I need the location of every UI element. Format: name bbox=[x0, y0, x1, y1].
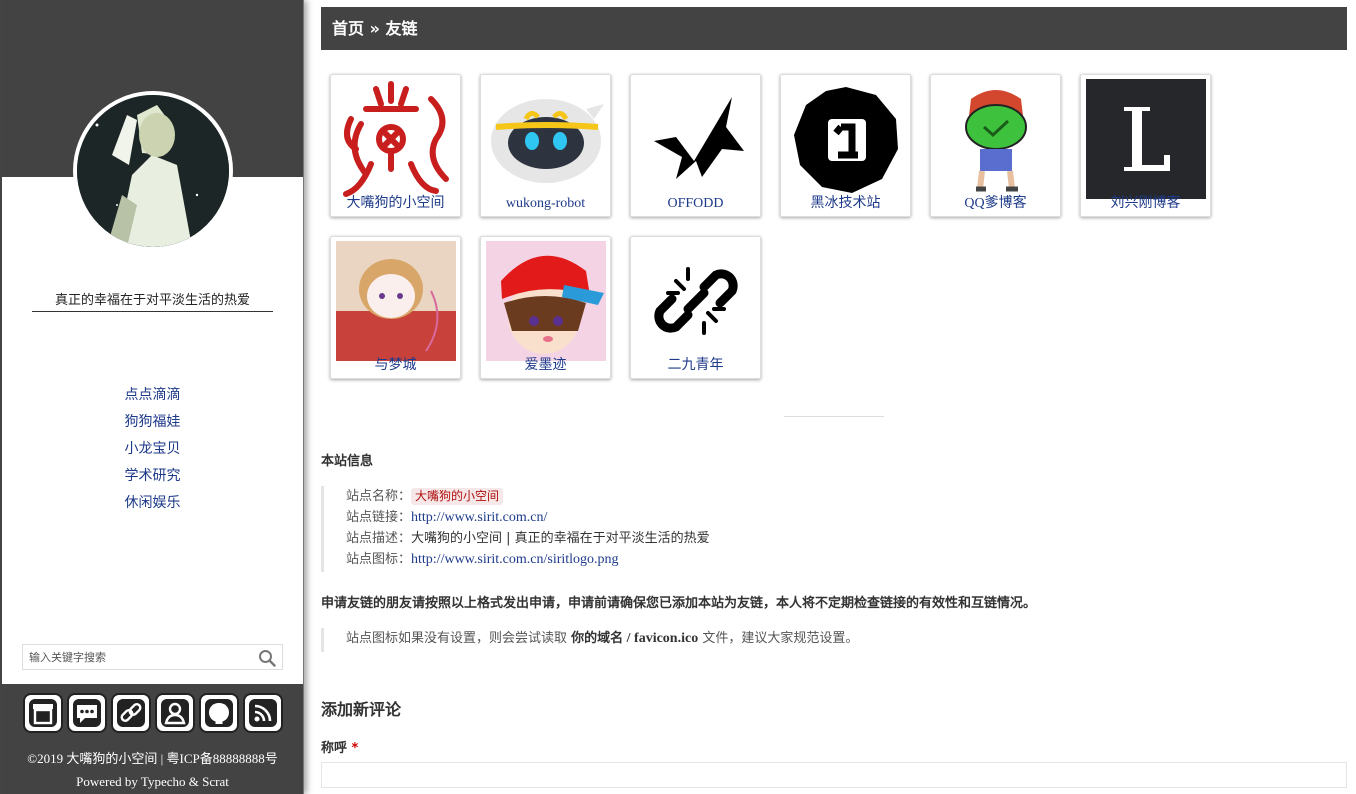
friend-link-card[interactable]: 二九青年 bbox=[630, 236, 761, 379]
avatar[interactable] bbox=[73, 91, 233, 251]
main-content: 首页 » 友链 大嘴狗的小空间 wukong-robot OFFODD 黑冰技术… bbox=[321, 0, 1347, 794]
friend-link-card[interactable]: 与梦城 bbox=[330, 236, 461, 379]
friend-link-card[interactable]: 大嘴狗的小空间 bbox=[330, 74, 461, 217]
friend-link-card[interactable]: 刘兴刚博客 bbox=[1080, 74, 1211, 217]
friend-link-name: 爱墨迹 bbox=[524, 358, 567, 373]
sidebar: 真正的幸福在于对平淡生活的热爱 点点滴滴 狗狗福娃 小龙宝贝 学术研究 休闲娱乐 bbox=[0, 0, 304, 794]
black-octagon-1-logo bbox=[786, 79, 906, 199]
name-label-text: 称呼 bbox=[321, 741, 348, 756]
comment-form-title: 添加新评论 bbox=[321, 700, 402, 719]
search-icon[interactable] bbox=[258, 649, 276, 667]
friend-link-name: QQ爹博客 bbox=[964, 196, 1027, 211]
social-links bbox=[23, 693, 283, 735]
friend-link-name: wukong-robot bbox=[505, 196, 586, 211]
friend-link-card[interactable]: OFFODD bbox=[630, 74, 761, 217]
site-url-link[interactable]: http://www.sirit.com.cn/ bbox=[411, 510, 547, 525]
rss-button[interactable] bbox=[243, 693, 283, 733]
icon-note-prefix: 站点图标如果没有设置，则会尝试读取 bbox=[346, 631, 572, 646]
breadcrumb-separator: » bbox=[364, 19, 386, 38]
broken-link-icon bbox=[636, 241, 756, 361]
tagline: 真正的幸福在于对平淡生活的热爱 bbox=[32, 289, 273, 312]
friend-link-card[interactable]: 爱墨迹 bbox=[480, 236, 611, 379]
name-field-label: 称呼 * bbox=[321, 737, 358, 756]
frog-hat-character bbox=[936, 79, 1056, 199]
divider bbox=[784, 416, 884, 417]
nav-item-xiuxianyule[interactable]: 休闲娱乐 bbox=[2, 490, 303, 517]
black-x-check-logo bbox=[636, 79, 756, 199]
copyright-text: ©2019 大嘴狗的小空间 | 粤ICP备88888888号 bbox=[27, 751, 278, 766]
icon-note-path: / favicon.ico bbox=[623, 631, 699, 646]
search-box bbox=[22, 644, 283, 670]
friend-link-name: 二九青年 bbox=[667, 358, 724, 373]
sidebar-footer: ©2019 大嘴狗的小空间 | 粤ICP备88888888号 Powered b… bbox=[2, 684, 303, 794]
friend-link-name: 黑冰技术站 bbox=[810, 196, 881, 211]
site-url-line: 站点链接：http://www.sirit.com.cn/ bbox=[346, 507, 710, 528]
site-desc-value: 大嘴狗的小空间 | 真正的幸福在于对平淡生活的热爱 bbox=[411, 531, 710, 546]
archive-icon bbox=[29, 699, 57, 727]
links-button[interactable] bbox=[111, 693, 151, 733]
archive-button[interactable] bbox=[23, 693, 63, 733]
breadcrumb-home[interactable]: 首页 bbox=[332, 19, 364, 38]
comments-icon bbox=[73, 699, 101, 727]
side-nav: 点点滴滴 狗狗福娃 小龙宝贝 学术研究 休闲娱乐 bbox=[2, 382, 303, 517]
rss-icon bbox=[249, 699, 277, 727]
site-url-label: 站点链接： bbox=[346, 510, 412, 525]
site-icon-link[interactable]: http://www.sirit.com.cn/siritlogo.png bbox=[411, 552, 619, 567]
nav-item-gougoufuwa[interactable]: 狗狗福娃 bbox=[2, 409, 303, 436]
search-input[interactable] bbox=[23, 645, 249, 669]
link-icon bbox=[117, 699, 145, 727]
nav-item-diandiandidi[interactable]: 点点滴滴 bbox=[2, 382, 303, 409]
friend-link-name: OFFODD bbox=[667, 196, 724, 211]
site-info-block: 站点名称： 大嘴狗的小空间 站点链接：http://www.sirit.com.c… bbox=[321, 486, 710, 572]
comments-button[interactable] bbox=[67, 693, 107, 733]
site-desc-label: 站点描述： bbox=[346, 531, 412, 546]
about-button[interactable] bbox=[155, 693, 195, 733]
friend-link-card[interactable]: 黑冰技术站 bbox=[780, 74, 911, 217]
icon-note: 站点图标如果没有设置，则会尝试读取 你的域名 / favicon.ico 文件，… bbox=[321, 628, 858, 652]
site-name-line: 站点名称： 大嘴狗的小空间 bbox=[346, 486, 710, 507]
icon-note-suffix: 文件，建议大家规范设置。 bbox=[698, 631, 859, 646]
user-icon bbox=[161, 699, 189, 727]
site-name-value: 大嘴狗的小空间 bbox=[411, 488, 504, 505]
red-totem-logo bbox=[336, 79, 456, 199]
apply-note: 申请友链的朋友请按照以上格式发出申请，申请前请确保您已添加本站为友链，本人将不定… bbox=[321, 596, 1037, 611]
site-icon-line: 站点图标：http://www.sirit.com.cn/siritlogo.p… bbox=[346, 549, 710, 570]
icon-note-domain: 你的域名 bbox=[571, 631, 624, 646]
required-mark: * bbox=[351, 741, 359, 756]
friend-link-card[interactable]: QQ爹博客 bbox=[930, 74, 1061, 217]
site-icon-label: 站点图标： bbox=[346, 552, 412, 567]
github-icon bbox=[205, 699, 233, 727]
site-info-heading: 本站信息 bbox=[321, 454, 374, 469]
letter-l-logo bbox=[1086, 79, 1206, 199]
friend-link-card[interactable]: wukong-robot bbox=[480, 74, 611, 217]
powered-by-text: Powered by Typecho & Scrat bbox=[76, 774, 229, 789]
site-desc-line: 站点描述：大嘴狗的小空间 | 真正的幸福在于对平淡生活的热爱 bbox=[346, 528, 710, 549]
anime-girl-avatar bbox=[336, 241, 456, 361]
site-name-label: 站点名称： bbox=[346, 489, 412, 504]
robot-face-logo bbox=[486, 79, 606, 199]
friend-link-name: 刘兴刚博客 bbox=[1110, 196, 1181, 211]
breadcrumb-current: 友链 bbox=[385, 19, 418, 38]
breadcrumb: 首页 » 友链 bbox=[321, 7, 1347, 50]
friend-link-name: 与梦城 bbox=[374, 358, 417, 373]
name-input[interactable] bbox=[321, 762, 1347, 788]
nav-item-xueshuyanjiu[interactable]: 学术研究 bbox=[2, 463, 303, 490]
friend-link-name: 大嘴狗的小空间 bbox=[346, 196, 445, 211]
github-button[interactable] bbox=[199, 693, 239, 733]
nav-item-xiaolongbaobei[interactable]: 小龙宝贝 bbox=[2, 436, 303, 463]
red-cap-boy-avatar bbox=[486, 241, 606, 361]
